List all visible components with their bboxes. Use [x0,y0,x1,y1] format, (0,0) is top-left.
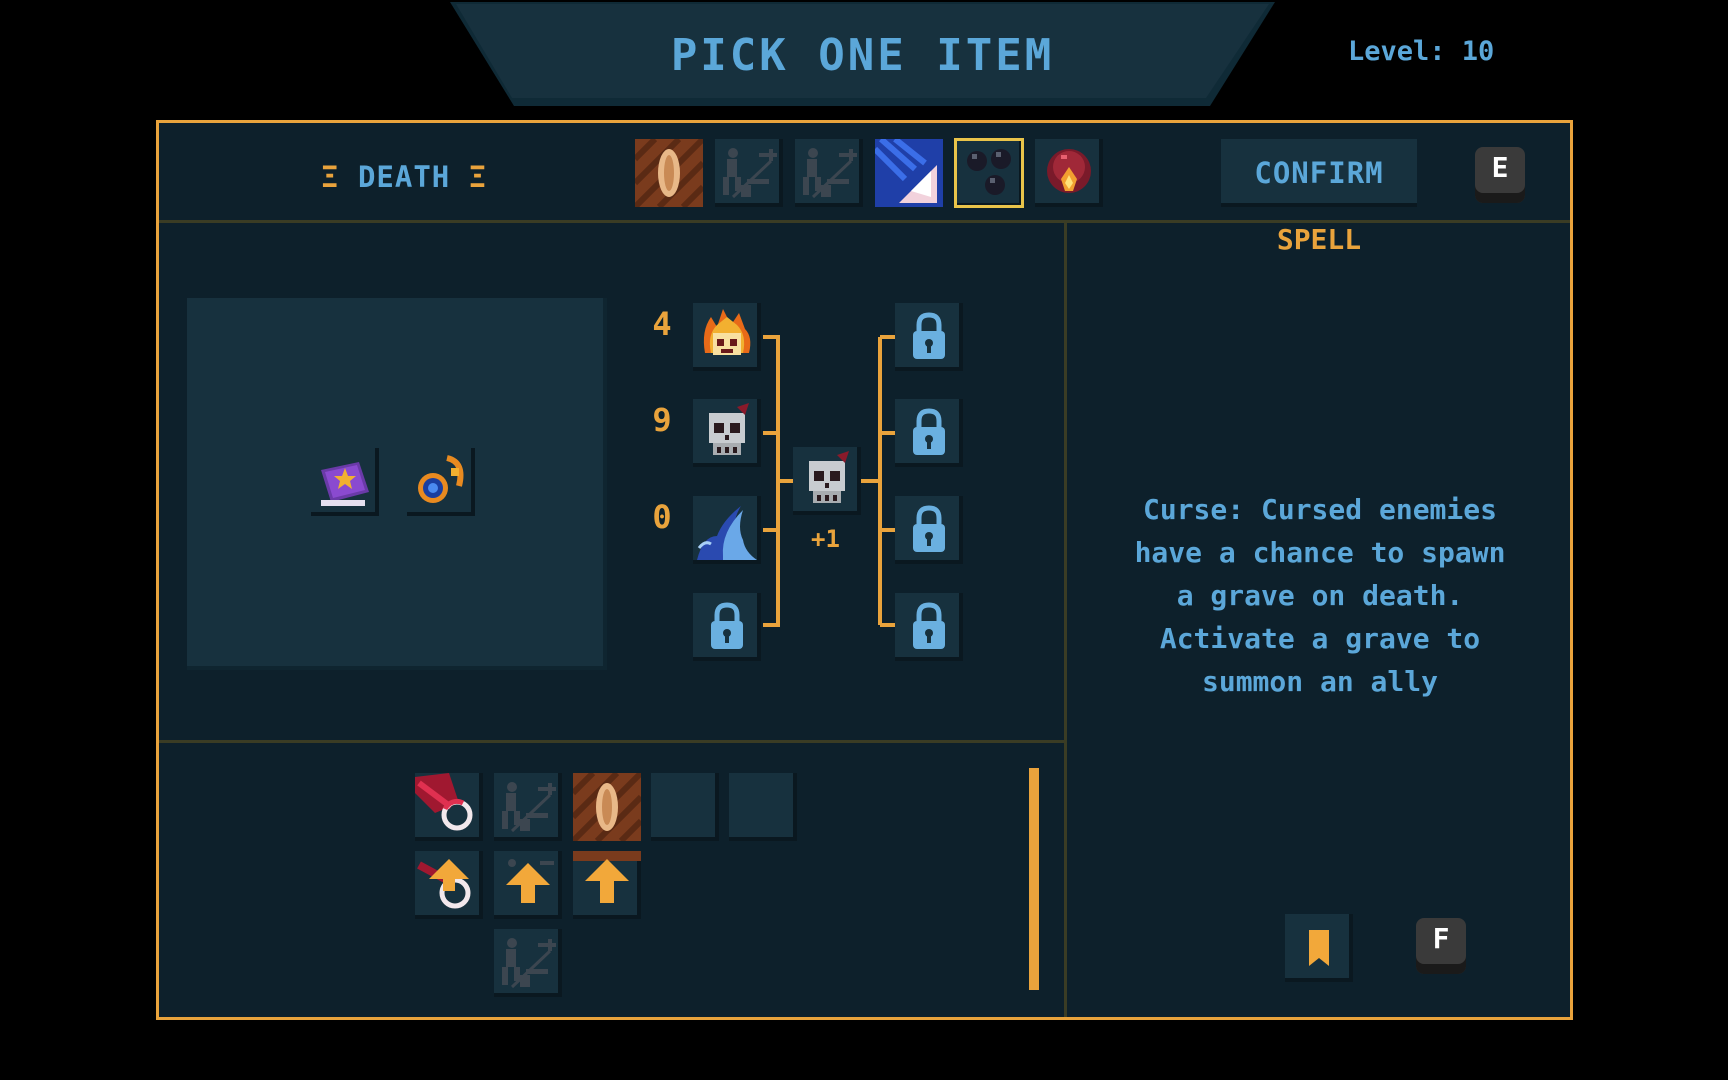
inventory-scrollbar[interactable] [1029,768,1039,990]
inventory-slot-empty-1[interactable] [651,773,719,841]
confirm-key-hint: E [1475,147,1525,203]
title-banner: PICK ONE ITEM [450,2,1275,106]
lock-icon [913,505,945,552]
seed-icon [635,139,703,207]
ring-arrow-icon [417,859,471,909]
arrow-up-icon [573,851,641,903]
tab-bombs[interactable] [954,138,1024,208]
lock-icon [913,312,945,359]
bookmark-button[interactable] [1285,914,1353,982]
level-indicator: Level: 10 [1348,36,1495,67]
description-line: have a chance to spawn [1134,536,1506,569]
inventory-slot-empty-2[interactable] [729,773,797,841]
inventory-divider [159,740,1064,743]
dash-locked-icon [502,938,556,989]
tree-input-skull[interactable] [693,399,761,467]
preview-item-spellbook[interactable] [311,448,379,516]
tree-output-locked-1[interactable] [895,303,963,371]
seed-icon [573,773,641,841]
dash-locked-icon [723,148,777,199]
category-label: DEATH [357,160,451,194]
lock-icon [913,408,945,455]
category-right-mark: Ξ [468,160,488,194]
fire-orb-icon [1047,149,1091,193]
skull-icon [709,403,749,455]
wave-icon [697,506,757,560]
tab-dash-locked[interactable] [715,139,783,207]
inventory-slot-3[interactable] [573,773,641,841]
input-count-3: 0 [652,498,672,536]
details-divider [1064,220,1067,1017]
description-line: a grave on death. [1176,579,1464,612]
bookmark-icon [1309,930,1329,966]
page-title: PICK ONE ITEM [670,30,1055,81]
tree-input-flame-skull[interactable] [693,303,761,371]
tab-fire-orb[interactable] [1035,139,1103,207]
center-bonus: +1 [811,525,840,553]
spellbook-icon [321,462,369,506]
dash-locked-icon [803,148,857,199]
tree-center-skull[interactable] [793,447,861,515]
description-line: Curse: Cursed enemies [1142,493,1497,526]
tree-output-locked-3[interactable] [895,496,963,564]
skull-icon [809,451,849,503]
dash-locked-icon [502,782,556,833]
lock-icon [711,602,743,649]
inventory-slot-7[interactable] [494,929,562,997]
inventory-slot-4[interactable] [415,851,483,919]
item-preview [187,298,607,670]
preview-item-amulet[interactable] [407,448,475,516]
inventory-slot-2[interactable] [494,773,562,841]
input-count-2: 9 [652,401,672,439]
inventory-slot-6[interactable] [573,851,641,919]
tab-seed[interactable] [635,139,703,207]
input-count-1: 4 [652,305,672,343]
description-line: Activate a grave to [1159,622,1481,655]
bombs-icon [967,149,1011,195]
red-ring-icon [415,773,473,831]
tab-claw[interactable] [875,139,943,207]
tab-dash-locked-2[interactable] [795,139,863,207]
tree-input-locked[interactable] [693,593,761,661]
arrow-up-icon [506,859,554,903]
item-type-label: SPELL [1276,223,1362,256]
amulet-icon [418,455,464,503]
lock-icon [913,602,945,649]
inventory-slot-1[interactable] [415,773,483,841]
inventory-slot-5[interactable] [494,851,562,919]
category-title: Ξ DEATH Ξ [321,160,487,194]
claw-icon [875,139,943,207]
flame-skull-icon [703,309,751,355]
description-line: summon an ally [1201,665,1438,698]
item-picker-panel: Ξ DEATH Ξ CONFIRM E 4 9 0 +1 SPELL Curse… [156,120,1573,1020]
tree-input-wave[interactable] [693,496,761,564]
confirm-button[interactable]: CONFIRM [1221,139,1417,207]
tree-output-locked-2[interactable] [895,399,963,467]
item-description: Curse: Cursed enemies have a chance to s… [1089,488,1551,703]
bookmark-key-hint: F [1416,918,1466,974]
category-left-mark: Ξ [321,160,340,194]
tree-output-locked-4[interactable] [895,593,963,661]
